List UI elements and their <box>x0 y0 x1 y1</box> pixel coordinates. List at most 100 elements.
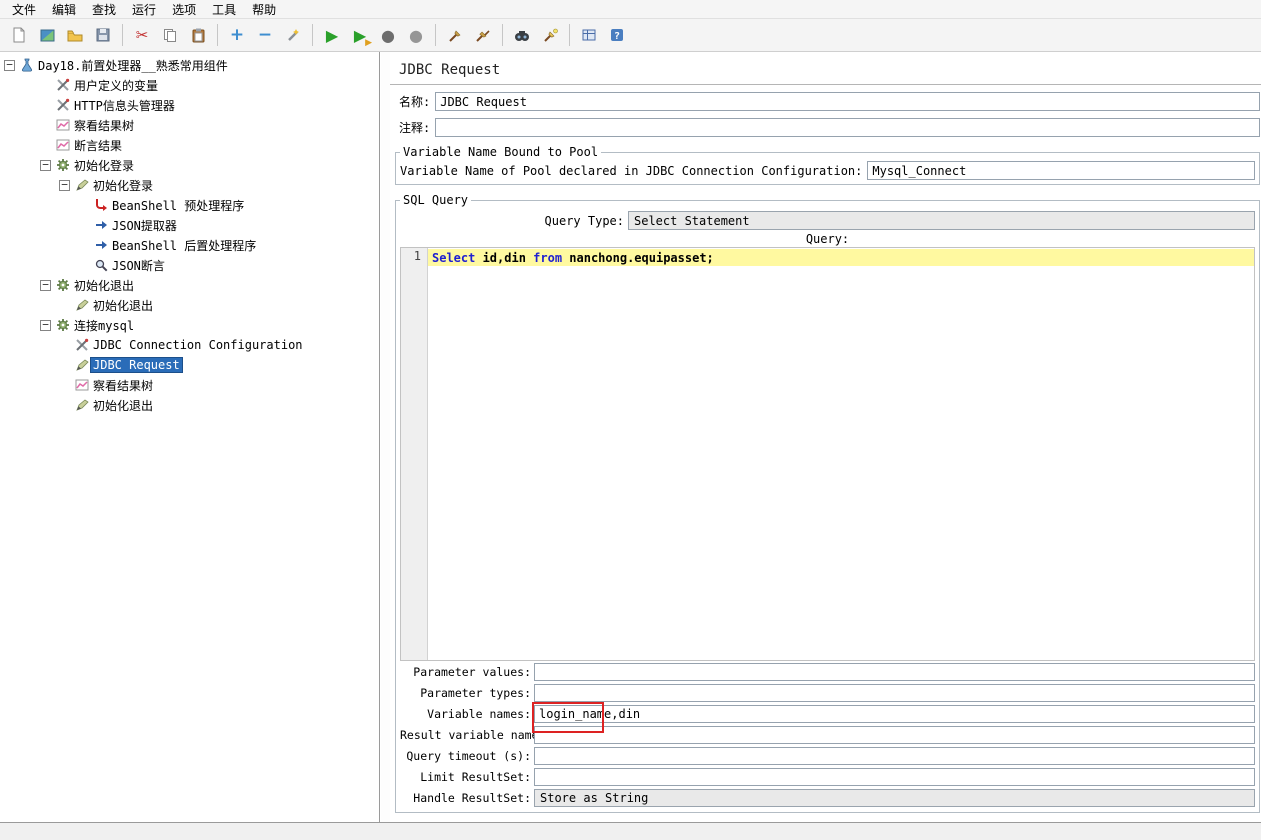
variable-names-label: Variable names: <box>427 706 531 721</box>
name-label: 名称: <box>399 95 431 109</box>
sql-code-area[interactable]: Select id,din from nanchong.equipasset; <box>428 248 1254 660</box>
tree-item-assertion-results[interactable]: 断言结果 <box>0 135 379 155</box>
tree-item-test-plan[interactable]: Day18.前置处理器__熟悉常用组件 <box>0 55 379 75</box>
clear-icon <box>448 30 460 42</box>
handle-resultset-select[interactable]: Store as String <box>534 788 1255 807</box>
stop-button[interactable]: ● <box>375 22 401 48</box>
function-helper-button[interactable] <box>576 22 602 48</box>
parameter-types-input[interactable] <box>534 683 1255 702</box>
cut-button[interactable]: ✂ <box>129 22 155 48</box>
status-bar <box>0 822 1261 840</box>
menu-file[interactable]: 文件 <box>4 0 44 19</box>
tree-item-init-login-sampler[interactable]: 初始化登录 <box>0 175 379 195</box>
collapse-all-button[interactable]: − <box>252 22 278 48</box>
plus-icon: + <box>229 25 245 45</box>
sql-query-fieldset: SQL Query Query Type: Select Statement Q… <box>395 193 1260 813</box>
handle-resultset-row: Handle ResultSet: Store as String <box>400 787 1255 808</box>
results-chart-icon <box>54 118 71 132</box>
pool-variable-input[interactable] <box>867 161 1255 180</box>
parameter-values-label: Parameter values: <box>413 664 531 679</box>
tree-item-jdbc-request[interactable]: JDBC Request <box>0 355 379 375</box>
query-type-row: Query Type: Select Statement <box>400 211 1255 230</box>
tree-item-jdbc-connection-configuration[interactable]: JDBC Connection Configuration <box>0 335 379 355</box>
panel-header: JDBC Request <box>390 52 1261 85</box>
toolbar-separator <box>122 24 123 46</box>
query-timeout-input[interactable] <box>534 746 1255 765</box>
pool-row: Variable Name of Pool declared in JDBC C… <box>400 161 1255 180</box>
menu-search[interactable]: 查找 <box>84 0 124 19</box>
tree-item-label: JSON断言 <box>112 258 165 273</box>
collapse-handle-icon[interactable] <box>40 279 51 291</box>
new-button[interactable] <box>6 22 32 48</box>
minus-icon: − <box>257 25 273 45</box>
copy-button[interactable] <box>157 22 183 48</box>
search-button[interactable] <box>509 22 535 48</box>
templates-button[interactable] <box>34 22 60 48</box>
name-input[interactable] <box>435 92 1260 111</box>
tree-item-init-logout-sampler[interactable]: 初始化退出 <box>0 295 379 315</box>
collapse-handle-icon[interactable] <box>40 319 51 331</box>
tree-item-view-results-tree[interactable]: 察看结果树 <box>0 115 379 135</box>
parameter-values-input[interactable] <box>534 662 1255 681</box>
config-wrench-icon <box>54 98 71 112</box>
handle-resultset-value: Store as String <box>540 790 649 805</box>
new-icon <box>13 27 25 43</box>
tree-item-init-logout-controller[interactable]: 初始化退出 <box>0 275 379 295</box>
tree-item-label: 察看结果树 <box>93 378 154 393</box>
tree-item-json-assertion[interactable]: JSON断言 <box>0 255 379 275</box>
copy-icon <box>164 29 176 42</box>
save-button[interactable] <box>90 22 116 48</box>
limit-resultset-row: Limit ResultSet: <box>400 766 1255 787</box>
result-variable-name-input[interactable] <box>534 725 1255 744</box>
tree-item-user-defined-variables[interactable]: 用户定义的变量 <box>0 75 379 95</box>
menu-help[interactable]: 帮助 <box>244 0 284 19</box>
reset-search-button[interactable] <box>537 22 563 48</box>
sql-text: id,din <box>475 250 534 265</box>
tree-item-view-results-tree-2[interactable]: 察看结果树 <box>0 375 379 395</box>
tree-item-json-extractor[interactable]: JSON提取器 <box>0 215 379 235</box>
menu-edit[interactable]: 编辑 <box>44 0 84 19</box>
start-button[interactable]: ▶ <box>319 22 345 48</box>
clear-all-button[interactable] <box>470 22 496 48</box>
variable-names-input[interactable] <box>534 704 1255 723</box>
collapse-handle-icon[interactable] <box>59 179 70 191</box>
tree-item-init-login-controller[interactable]: 初始化登录 <box>0 155 379 175</box>
menu-tools[interactable]: 工具 <box>204 0 244 19</box>
tree-item-beanshell-postprocessor[interactable]: BeanShell 后置处理程序 <box>0 235 379 255</box>
tree-item-label: BeanShell 预处理程序 <box>112 198 245 213</box>
limit-resultset-label: Limit ResultSet: <box>420 769 531 784</box>
open-button[interactable] <box>62 22 88 48</box>
test-plan-tree: Day18.前置处理器__熟悉常用组件 用户定义的变量 HTTP信息头管理器 察… <box>0 52 380 822</box>
panel-splitter[interactable] <box>381 52 390 822</box>
clear-button[interactable] <box>442 22 468 48</box>
tree-item-mysql-controller[interactable]: 连接mysql <box>0 315 379 335</box>
sampler-pencil-icon <box>73 358 90 372</box>
menu-run[interactable]: 运行 <box>124 0 164 19</box>
sql-query-legend: SQL Query <box>403 193 469 207</box>
results-chart-icon <box>73 378 90 392</box>
query-type-select[interactable]: Select Statement <box>628 211 1255 230</box>
start-no-pauses-button[interactable]: ▶ ▶ <box>347 22 373 49</box>
comment-input[interactable] <box>435 118 1260 137</box>
config-wrench-icon <box>54 78 71 92</box>
paste-button[interactable] <box>185 22 211 48</box>
tree-item-init-logout-sampler-2[interactable]: 初始化退出 <box>0 395 379 415</box>
limit-resultset-input[interactable] <box>534 767 1255 786</box>
collapse-handle-icon[interactable] <box>40 159 51 171</box>
tree-item-label-selected: JDBC Request <box>90 357 183 373</box>
collapse-handle-icon[interactable] <box>4 59 15 71</box>
tree-item-beanshell-preprocessor[interactable]: BeanShell 预处理程序 <box>0 195 379 215</box>
toggle-button[interactable] <box>280 22 306 48</box>
shutdown-button[interactable]: ● <box>403 22 429 48</box>
handle-resultset-label: Handle ResultSet: <box>413 790 531 805</box>
expand-all-button[interactable]: + <box>224 22 250 48</box>
help-button[interactable]: ? <box>604 22 630 48</box>
tree-item-http-header-manager[interactable]: HTTP信息头管理器 <box>0 95 379 115</box>
menu-options[interactable]: 选项 <box>164 0 204 19</box>
